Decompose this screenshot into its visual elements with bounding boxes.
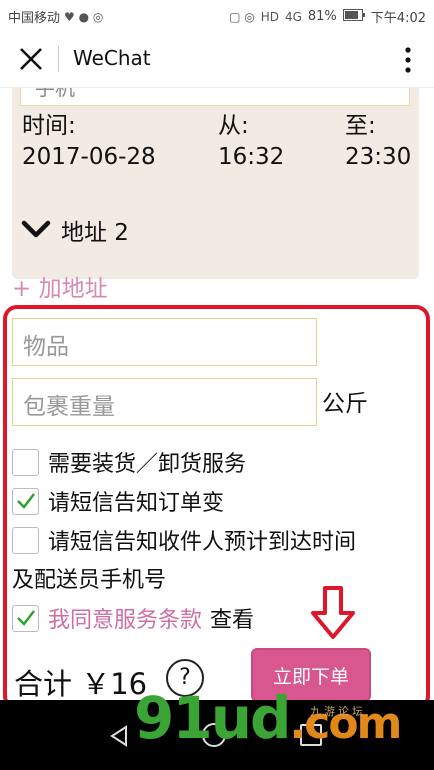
status-bar: 中国移动 ♥ ● ◎ ▢ ◎ HD 4G 81% 下午4:02 xyxy=(0,0,434,30)
address-1-phone-partial: 手机 xyxy=(35,88,75,100)
wechat-header: WeChat xyxy=(0,30,434,88)
more-menu-icon[interactable] xyxy=(398,44,418,76)
option-sms-recipient-eta-wrap: 及配送员手机号 xyxy=(12,568,167,593)
option-sms-recipient-eta[interactable]: 请短信告知收件人预计到达时间 xyxy=(12,524,356,556)
total-price: 合计 ￥16 xyxy=(14,667,148,700)
checkmark-icon xyxy=(17,609,35,626)
watermark-small-text: 九游论坛 xyxy=(310,705,366,718)
to-label: 至: xyxy=(345,113,376,139)
checkbox-sms-recipient-eta[interactable] xyxy=(12,526,39,554)
to-time-value[interactable]: 23:30 xyxy=(345,144,411,170)
battery-icon xyxy=(342,8,365,25)
terms-link[interactable]: 我同意服务条款 xyxy=(48,602,202,634)
time-label: 时间: xyxy=(22,113,76,139)
order-form: 手机 时间: 从: 至: 2017-06-28 16:32 23:30 地址 2… xyxy=(0,88,434,700)
option-sms-order-change[interactable]: 请短信告知订单变 xyxy=(12,485,224,517)
chevron-down-icon xyxy=(21,220,51,238)
checkmark-icon xyxy=(17,492,35,509)
address-2-panel[interactable]: 地址 2 xyxy=(12,204,419,254)
network-text: 4G xyxy=(284,9,302,24)
option-sms-order-change-label: 请短信告知订单变 xyxy=(48,491,225,516)
from-label: 从: xyxy=(218,113,249,139)
option-loading-service-label: 需要装货／卸货服务 xyxy=(48,452,247,477)
option-loading-service[interactable]: 需要装货／卸货服务 xyxy=(12,446,246,478)
red-arrow-annotation-icon xyxy=(311,586,355,639)
status-icons: ▢ ◎ xyxy=(229,9,255,24)
address-1-phone-field[interactable]: 手机 xyxy=(20,88,410,106)
notification-icons: ♥ ● ◎ xyxy=(64,9,104,24)
checkbox-loading-service[interactable] xyxy=(12,448,39,476)
clock: 下午4:02 xyxy=(370,11,426,26)
hd-badge: HD xyxy=(260,9,279,24)
option-sms-recipient-eta-label: 请短信告知收件人预计到达时间 xyxy=(48,530,357,555)
battery-percent: 81% xyxy=(307,9,337,24)
date-value[interactable]: 2017-06-28 xyxy=(22,144,156,170)
from-time-value[interactable]: 16:32 xyxy=(218,144,284,170)
address-2-label: 地址 2 xyxy=(61,220,129,246)
header-divider xyxy=(58,46,59,72)
page-title: WeChat xyxy=(73,46,151,70)
add-address-link[interactable]: + 加地址 xyxy=(12,269,108,303)
item-input[interactable]: 物品 xyxy=(12,318,317,366)
terms-view-link[interactable]: 查看 xyxy=(210,602,254,634)
watermark-main: 91ud xyxy=(134,684,292,752)
weight-unit: 公斤 xyxy=(322,391,368,417)
back-icon[interactable] xyxy=(108,725,130,747)
checkbox-terms[interactable] xyxy=(12,604,39,632)
weight-input[interactable]: 包裹重量 xyxy=(12,378,317,426)
close-icon[interactable] xyxy=(14,42,48,76)
terms-agreement[interactable]: 我同意服务条款 查看 xyxy=(12,602,254,634)
checkbox-sms-order-change[interactable] xyxy=(12,487,39,515)
carrier-text: 中国移动 xyxy=(8,11,61,26)
